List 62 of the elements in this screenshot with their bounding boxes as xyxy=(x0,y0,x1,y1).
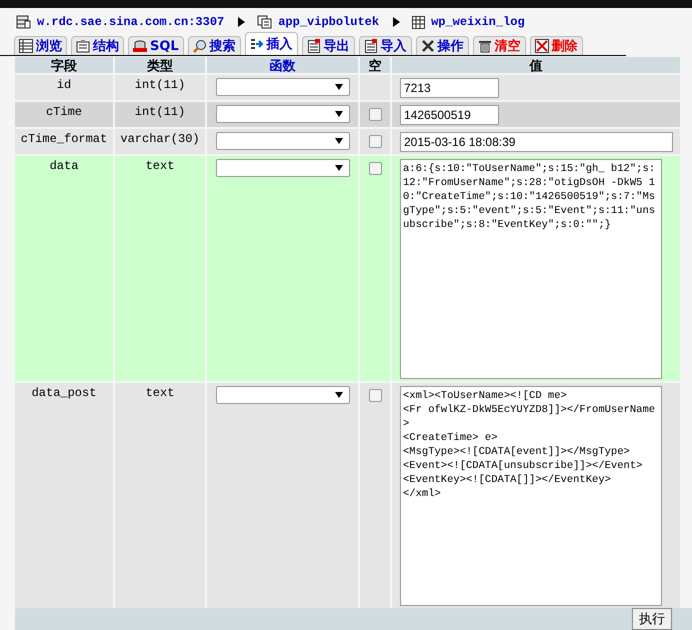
tab[interactable]: 清空 xyxy=(472,36,526,55)
tab[interactable]: 导出 xyxy=(302,36,355,55)
execute-button[interactable]: 执行 xyxy=(632,608,672,630)
tab[interactable]: 插入 xyxy=(244,32,298,55)
database-icon xyxy=(133,39,147,53)
table-cell: text xyxy=(115,156,205,381)
table-cell: int(11) xyxy=(115,75,205,100)
form-icon xyxy=(76,39,90,53)
tab[interactable]: SQL xyxy=(128,36,184,55)
search-icon xyxy=(192,39,207,53)
table-icon xyxy=(19,39,33,53)
null-checkbox[interactable] xyxy=(368,162,382,175)
tab[interactable]: 结构 xyxy=(71,36,124,55)
value-field[interactable]: 7213 xyxy=(400,78,499,98)
table-cell: id xyxy=(15,75,113,100)
column-header: 值 xyxy=(392,57,680,73)
dropdown-arrow-icon xyxy=(334,111,342,117)
table-cell: cTime_format xyxy=(15,129,113,154)
null-checkbox[interactable] xyxy=(368,108,382,121)
export-icon xyxy=(306,39,321,53)
value-field[interactable]: 2015-03-16 18:08:39 xyxy=(400,132,673,152)
function-dropdown[interactable] xyxy=(216,159,350,177)
delete-icon xyxy=(534,39,549,53)
function-dropdown[interactable] xyxy=(216,132,350,150)
function-dropdown[interactable] xyxy=(216,386,350,404)
value-field[interactable]: 1426500519 xyxy=(400,105,499,125)
tab[interactable]: 浏览 xyxy=(14,36,67,55)
value-textarea[interactable]: a:6:{s:10:"ToUserName";s:15:"gh_ b12";s:12:"FromUserName";s:28:"otigDsOH -DkW5 10:"CreateTime";s:10:"1426500519";s:7:"MsgType";s:5:"event";s:5:"Event";s:11:"unsubscribe";s:8:"EventKey";s:0:"";} xyxy=(400,159,662,379)
dropdown-arrow-icon xyxy=(334,84,342,90)
column-header: 空 xyxy=(360,57,390,73)
server-icon xyxy=(16,15,31,29)
trash-icon xyxy=(478,39,492,53)
table-cell: data_post xyxy=(15,383,113,608)
arrow-icon xyxy=(393,17,400,27)
tab[interactable]: 操作 xyxy=(416,36,469,55)
table-cell: data xyxy=(15,156,113,381)
import-icon xyxy=(364,39,378,53)
table-icon xyxy=(412,16,426,28)
breadcrumb-link[interactable]: wp_weixin_log xyxy=(431,15,525,29)
table-cell: int(11) xyxy=(115,102,205,127)
column-header: 字段 xyxy=(15,57,113,73)
null-checkbox[interactable] xyxy=(368,389,382,402)
insert-icon xyxy=(250,37,264,51)
tab[interactable]: 搜索 xyxy=(188,36,241,55)
arrow-icon xyxy=(238,17,246,27)
column-header[interactable]: 函数 xyxy=(207,57,358,73)
function-dropdown[interactable] xyxy=(216,105,350,123)
null-checkbox[interactable] xyxy=(368,135,382,148)
table-cell: varchar(30) xyxy=(115,129,205,154)
column-header: 类型 xyxy=(115,57,205,73)
tab[interactable]: 删除 xyxy=(530,36,583,55)
database-icon xyxy=(257,15,272,29)
breadcrumb-link[interactable]: app_vipbolutek xyxy=(278,15,380,29)
dropdown-arrow-icon xyxy=(334,138,342,144)
table-cell: cTime xyxy=(15,102,113,127)
breadcrumb-link[interactable]: w.rdc.sae.sina.com.cn:3307 xyxy=(37,15,224,29)
value-textarea[interactable]: <xml><ToUserName><![CD me> <Fr ofwlKZ-DkW5EcYUYZD8]]></FromUserName> <CreateTime> e> <MsgType><![CDATA[event]]></MsgType> <Event><![CDATA[unsubscribe]]></Event> <EventKey><![CDATA[]]></EventKey> </xml> xyxy=(400,386,662,606)
function-dropdown[interactable] xyxy=(216,78,350,96)
tab[interactable]: 导入 xyxy=(358,36,412,55)
dropdown-arrow-icon xyxy=(334,392,342,398)
dropdown-arrow-icon xyxy=(334,165,342,171)
table-cell: text xyxy=(115,383,205,608)
